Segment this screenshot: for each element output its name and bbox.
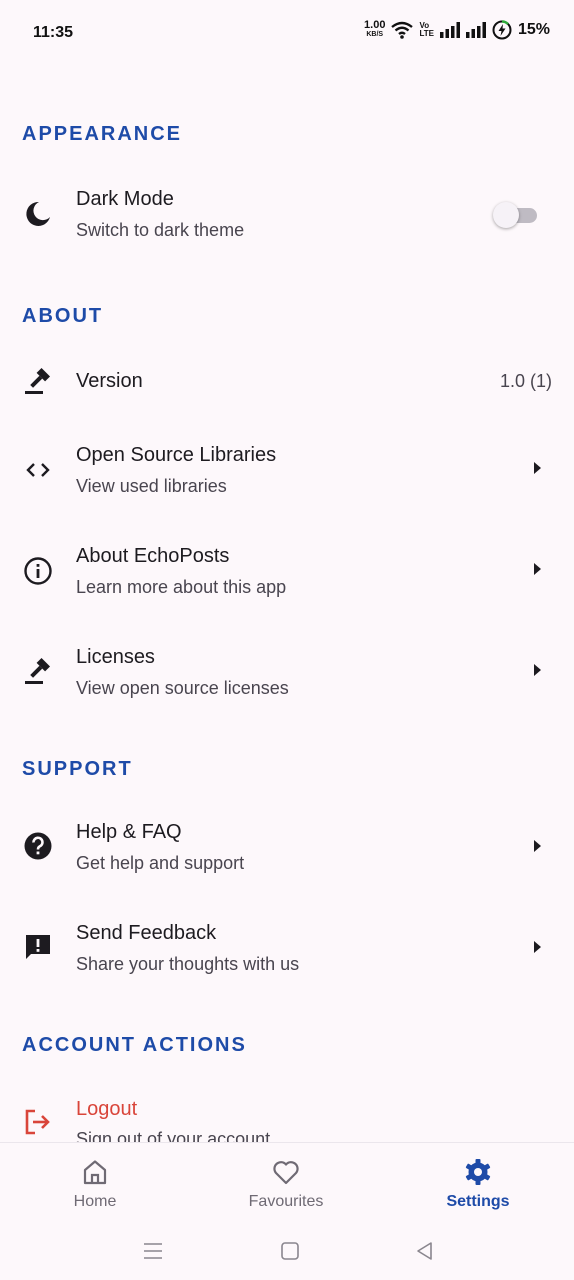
dark-mode-toggle[interactable] — [493, 200, 539, 228]
signal-icon-1 — [439, 22, 460, 38]
feedback-title: Send Feedback — [76, 922, 217, 944]
system-navigation-bar — [0, 1222, 574, 1280]
dark-mode-row[interactable]: Dark Mode Switch to dark theme — [0, 174, 574, 254]
heart-icon — [273, 1161, 299, 1185]
about-app-row[interactable]: About EchoPosts Learn more about this ap… — [0, 533, 574, 613]
version-title: Version — [76, 370, 143, 392]
nav-settings[interactable]: Settings — [383, 1143, 573, 1223]
code-icon — [22, 454, 54, 486]
network-speed: 1.00 KB/S — [364, 19, 386, 39]
status-icons: 1.00 KB/S Vo LTE 15% — [364, 20, 550, 40]
nav-favourites[interactable]: Favourites — [191, 1143, 381, 1223]
oss-subtitle: View used libraries — [76, 476, 227, 496]
network-speed-unit: KB/S — [366, 31, 384, 38]
section-header-appearance: APPEARANCE — [22, 123, 183, 145]
wifi-icon — [391, 21, 414, 39]
settings-list[interactable]: APPEARANCE Dark Mode Switch to dark them… — [0, 64, 574, 1142]
gavel-icon — [22, 656, 54, 688]
chevron-right-icon — [534, 840, 541, 852]
home-icon — [83, 1160, 107, 1185]
back-icon[interactable] — [414, 1240, 436, 1262]
logout-title: Logout — [76, 1098, 138, 1120]
licenses-row[interactable]: Licenses View open source licenses — [0, 634, 574, 714]
help-icon — [22, 830, 54, 862]
dark-mode-subtitle: Switch to dark theme — [76, 220, 245, 240]
nav-favourites-label: Favourites — [248, 1193, 324, 1210]
logout-icon — [22, 1106, 54, 1138]
nav-home[interactable]: Home — [0, 1143, 190, 1223]
about-app-subtitle: Learn more about this app — [76, 577, 287, 597]
volte-indicator: Vo LTE — [419, 22, 434, 38]
home-button-icon[interactable] — [279, 1240, 301, 1262]
moon-icon — [22, 198, 54, 230]
oss-title: Open Source Libraries — [76, 444, 277, 466]
section-header-account: ACCOUNT ACTIONS — [22, 1034, 247, 1056]
send-feedback-row[interactable]: Send Feedback Share your thoughts with u… — [0, 909, 574, 989]
help-title: Help & FAQ — [76, 821, 182, 843]
feedback-subtitle: Share your thoughts with us — [76, 954, 300, 974]
dark-mode-title: Dark Mode — [76, 188, 174, 210]
gear-icon — [465, 1159, 491, 1185]
nav-settings-label: Settings — [446, 1193, 510, 1210]
chevron-right-icon — [534, 563, 541, 575]
logout-row[interactable]: Logout Sign out of your account — [0, 1084, 574, 1142]
gavel-icon — [22, 366, 54, 398]
help-faq-row[interactable]: Help & FAQ Get help and support — [0, 808, 574, 888]
licenses-subtitle: View open source licenses — [76, 678, 289, 698]
network-speed-value: 1.00 — [364, 19, 386, 31]
info-icon — [22, 555, 54, 587]
open-source-libraries-row[interactable]: Open Source Libraries View used librarie… — [0, 432, 574, 512]
section-header-support: SUPPORT — [22, 758, 133, 780]
about-app-title: About EchoPosts — [76, 545, 230, 567]
status-bar: 11:35 1.00 KB/S Vo LTE 15% — [0, 0, 574, 64]
chevron-right-icon — [534, 462, 541, 474]
volte-bottom: LTE — [419, 29, 434, 38]
logout-subtitle: Sign out of your account — [76, 1129, 271, 1142]
toggle-thumb — [493, 202, 519, 228]
chevron-right-icon — [534, 941, 541, 953]
battery-percent: 15% — [517, 21, 550, 38]
help-subtitle: Get help and support — [76, 853, 245, 873]
signal-icon-2 — [465, 22, 486, 38]
nav-home-label: Home — [73, 1193, 117, 1210]
status-time: 11:35 — [33, 24, 74, 41]
section-header-about: ABOUT — [22, 305, 104, 327]
recent-apps-icon[interactable] — [142, 1240, 164, 1262]
version-row: Version 1.0 (1) — [0, 356, 574, 408]
chevron-right-icon — [534, 664, 541, 676]
bottom-navigation: Home Favourites Settings — [0, 1142, 574, 1222]
licenses-title: Licenses — [76, 646, 155, 668]
feedback-icon — [22, 931, 54, 963]
battery-charging-icon — [492, 20, 512, 40]
version-value: 1.0 (1) — [499, 371, 552, 391]
